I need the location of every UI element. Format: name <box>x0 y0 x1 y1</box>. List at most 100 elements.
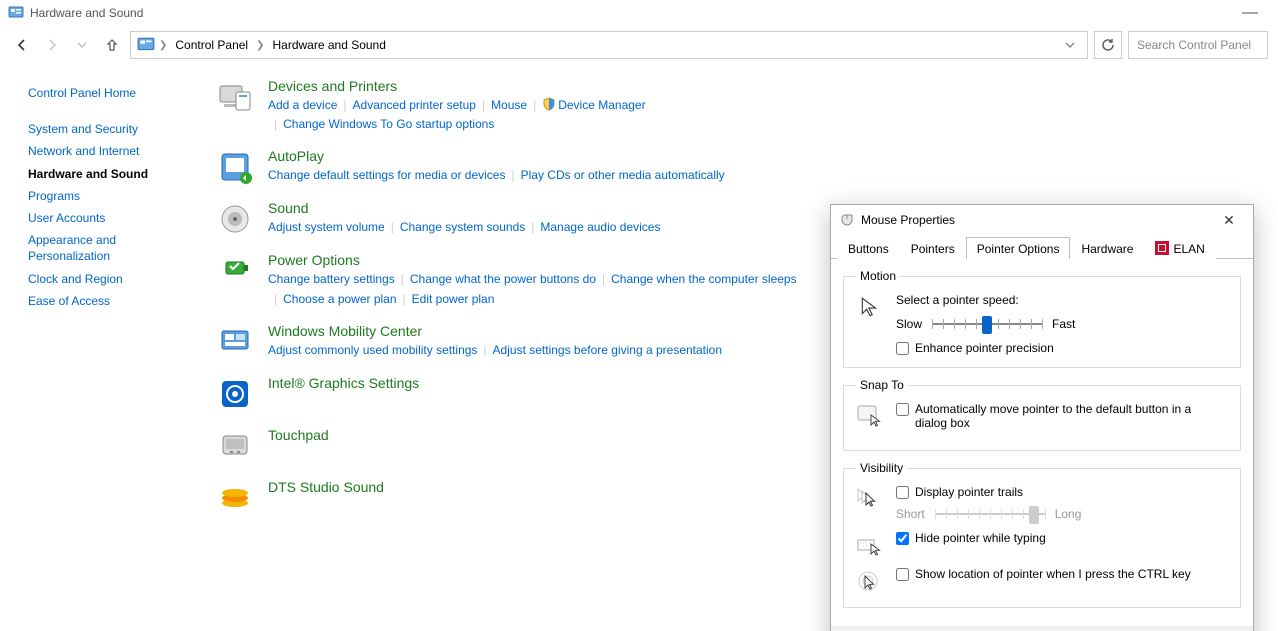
recent-dropdown[interactable] <box>70 33 94 57</box>
sidebar-item[interactable]: User Accounts <box>28 207 186 229</box>
category-icon <box>216 148 254 186</box>
control-panel-icon <box>137 36 155 54</box>
tab-pointers[interactable]: Pointers <box>900 237 966 259</box>
navigation-bar: ❯ Control Panel ❯ Hardware and Sound Sea… <box>0 26 1278 64</box>
trails-label: Display pointer trails <box>915 485 1023 499</box>
dialog-titlebar[interactable]: Mouse Properties ✕ <box>831 205 1253 235</box>
hide-label: Hide pointer while typing <box>915 531 1046 545</box>
category-link[interactable]: Choose a power plan <box>283 292 396 306</box>
category-title[interactable]: Touchpad <box>268 427 329 443</box>
separator: | <box>596 272 611 286</box>
category-icon <box>216 427 254 465</box>
sidebar-item[interactable]: Programs <box>28 185 186 207</box>
sidebar-item[interactable]: Ease of Access <box>28 290 186 312</box>
hide-typing-icon <box>856 531 884 559</box>
category-links: Adjust system volume|Change system sound… <box>268 218 660 237</box>
chevron-right-icon[interactable]: ❯ <box>256 40 264 51</box>
category-link[interactable]: Adjust commonly used mobility settings <box>268 343 477 357</box>
ctrl-locate-checkbox[interactable]: Show location of pointer when I press th… <box>896 567 1191 581</box>
sidebar-item[interactable]: Appearance and Personalization <box>28 229 186 267</box>
sidebar-item[interactable]: System and Security <box>28 118 186 140</box>
category-link[interactable]: Edit power plan <box>412 292 495 306</box>
separator: | <box>505 168 520 182</box>
category-link[interactable]: Adjust system volume <box>268 220 385 234</box>
refresh-button[interactable] <box>1094 31 1122 59</box>
trail-slider <box>935 505 1045 523</box>
category-link[interactable]: Change when the computer sleeps <box>611 272 796 286</box>
fast-label: Fast <box>1052 317 1075 331</box>
tab-buttons[interactable]: Buttons <box>837 237 900 259</box>
category-link[interactable]: Manage audio devices <box>540 220 660 234</box>
category-links: Change battery settings|Change what the … <box>268 270 797 308</box>
trails-checkbox[interactable]: Display pointer trails <box>896 485 1228 499</box>
separator: | <box>268 292 283 306</box>
category-link[interactable]: Change default settings for media or dev… <box>268 168 505 182</box>
breadcrumb-root[interactable]: Control Panel <box>171 38 252 52</box>
category-link[interactable]: Add a device <box>268 98 337 112</box>
control-panel-icon <box>8 5 24 21</box>
dialog-tabs: ButtonsPointersPointer OptionsHardwareEL… <box>831 235 1253 259</box>
enhance-precision-checkbox[interactable]: Enhance pointer precision <box>896 341 1228 355</box>
snap-legend: Snap To <box>856 378 908 392</box>
window-title: Hardware and Sound <box>30 6 143 20</box>
tab-hardware[interactable]: Hardware <box>1070 237 1144 259</box>
tab-pointer-options[interactable]: Pointer Options <box>966 237 1071 259</box>
back-button[interactable] <box>10 33 34 57</box>
category-title[interactable]: Sound <box>268 200 660 216</box>
close-button[interactable]: ✕ <box>1213 212 1245 229</box>
category: AutoPlay Change default settings for medi… <box>216 148 1278 186</box>
category-title[interactable]: AutoPlay <box>268 148 725 164</box>
search-input[interactable]: Search Control Panel <box>1128 31 1268 59</box>
ctrl-locate-icon <box>856 567 884 595</box>
enhance-label: Enhance pointer precision <box>915 341 1054 355</box>
hide-typing-checkbox[interactable]: Hide pointer while typing <box>896 531 1046 545</box>
speed-slider[interactable] <box>932 315 1042 333</box>
category-title[interactable]: Devices and Printers <box>268 78 646 94</box>
pointer-icon <box>856 293 884 321</box>
breadcrumb-current[interactable]: Hardware and Sound <box>269 38 390 52</box>
visibility-legend: Visibility <box>856 461 907 475</box>
visibility-group: Visibility Display pointer trails Short … <box>843 461 1241 608</box>
up-button[interactable] <box>100 33 124 57</box>
separator: | <box>337 98 352 112</box>
dialog-button-bar: OK Cancel Apply <box>831 626 1253 631</box>
category-title[interactable]: Power Options <box>268 252 797 268</box>
separator: | <box>385 220 400 234</box>
forward-button[interactable] <box>40 33 64 57</box>
sidebar-home[interactable]: Control Panel Home <box>28 82 186 104</box>
category-link[interactable]: Change battery settings <box>268 272 395 286</box>
category-title[interactable]: Windows Mobility Center <box>268 323 722 339</box>
category-link[interactable]: Change system sounds <box>400 220 525 234</box>
category-icon <box>216 323 254 361</box>
short-label: Short <box>896 507 925 521</box>
mouse-properties-dialog: Mouse Properties ✕ ButtonsPointersPointe… <box>830 204 1254 631</box>
address-dropdown[interactable] <box>1059 40 1081 50</box>
category-link[interactable]: Change what the power buttons do <box>410 272 596 286</box>
long-label: Long <box>1055 507 1082 521</box>
category-link[interactable]: Device Manager <box>558 98 645 112</box>
category-title[interactable]: Intel® Graphics Settings <box>268 375 419 391</box>
sidebar-item[interactable]: Hardware and Sound <box>28 163 186 185</box>
category-links: Add a device|Advanced printer setup|Mous… <box>268 96 646 134</box>
tab-elan[interactable]: ELAN <box>1144 236 1215 259</box>
snapto-checkbox[interactable]: Automatically move pointer to the defaul… <box>896 402 1195 430</box>
chevron-right-icon[interactable]: ❯ <box>159 40 167 51</box>
category-icon <box>216 252 254 290</box>
separator: | <box>268 117 283 131</box>
category: Devices and PrintersAdd a device|Advance… <box>216 78 1278 134</box>
address-bar[interactable]: ❯ Control Panel ❯ Hardware and Sound <box>130 31 1088 59</box>
category-link[interactable]: Mouse <box>491 98 527 112</box>
sidebar-item[interactable]: Clock and Region <box>28 268 186 290</box>
category-icon <box>216 200 254 238</box>
category-title[interactable]: DTS Studio Sound <box>268 479 384 495</box>
category-link[interactable]: Adjust settings before giving a presenta… <box>493 343 722 357</box>
separator: | <box>395 272 410 286</box>
category-link[interactable]: Advanced printer setup <box>353 98 476 112</box>
shield-icon <box>542 97 556 111</box>
category-link[interactable]: Play CDs or other media automatically <box>521 168 725 182</box>
motion-group: Motion Select a pointer speed: Slow Fast <box>843 269 1241 368</box>
category-link[interactable]: Change Windows To Go startup options <box>283 117 494 131</box>
minimize-button[interactable]: — <box>1230 4 1270 22</box>
sidebar-item[interactable]: Network and Internet <box>28 140 186 162</box>
motion-legend: Motion <box>856 269 900 283</box>
